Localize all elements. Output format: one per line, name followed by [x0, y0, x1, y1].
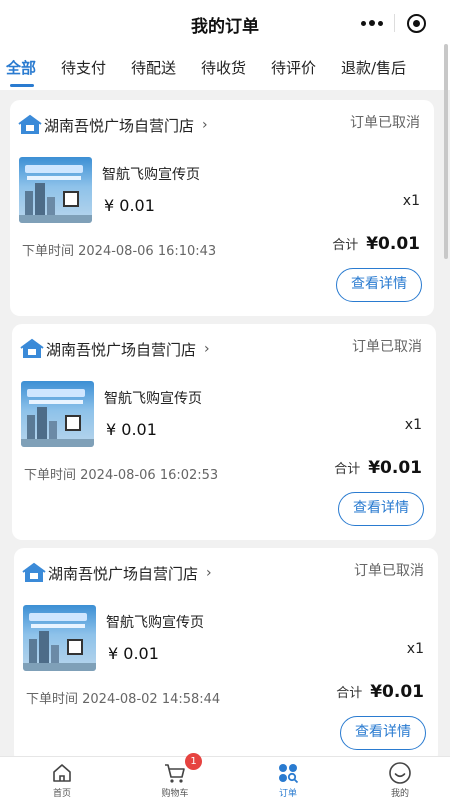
order-time: 下单时间 2024-08-06 16:02:53	[24, 468, 219, 483]
scrollbar[interactable]	[444, 44, 448, 259]
product-name: 智航飞购宣传页	[104, 391, 202, 407]
order-status-tabs: 全部 待支付 待配送 待收货 待评价 退款/售后	[0, 48, 450, 90]
store-icon	[18, 114, 42, 136]
store-name: 湖南吾悦广场自营门店	[48, 564, 199, 583]
product-quantity: x1	[404, 417, 422, 433]
chevron-right-icon: ›	[202, 117, 208, 133]
tab-pending-receipt[interactable]: 待收货	[201, 57, 246, 78]
active-tab-indicator	[10, 84, 34, 87]
order-status: 订单已取消	[350, 115, 420, 131]
total-label: 合计	[332, 238, 359, 253]
store-icon	[20, 338, 44, 360]
tab-refund-aftersale[interactable]: 退款/售后	[341, 57, 406, 78]
store-name: 湖南吾悦广场自营门店	[44, 116, 195, 135]
store-link[interactable]: 湖南吾悦广场自营门店 ›	[18, 114, 208, 136]
store-icon	[22, 562, 46, 584]
order-time: 下单时间 2024-08-02 14:58:44	[26, 692, 221, 707]
order-card: 湖南吾悦广场自营门店 › 订单已取消 智航飞购宣传页 ¥ 0.01 x1 下单时…	[10, 100, 434, 316]
cart-count-badge: 1	[185, 753, 202, 770]
product-name: 智航飞购宣传页	[106, 615, 204, 631]
nav-profile[interactable]: 我的	[360, 757, 440, 800]
total-value: ¥0.01	[366, 234, 420, 254]
chevron-right-icon: ›	[206, 565, 212, 581]
nav-label: 订单	[278, 789, 297, 799]
view-details-button[interactable]: 查看详情	[336, 268, 422, 302]
bottom-nav: 首页 1 购物车 订单 我的	[0, 753, 450, 800]
top-bar: 我的订单	[0, 0, 450, 48]
product-name: 智航飞购宣传页	[102, 167, 200, 183]
product-quantity: x1	[402, 193, 420, 209]
total-label: 合计	[336, 686, 363, 701]
product-price: ¥ 0.01	[108, 644, 159, 663]
orders-icon	[276, 761, 300, 785]
order-total: 合计 ¥0.01	[336, 682, 424, 702]
order-card: 湖南吾悦广场自营门店 › 订单已取消 智航飞购宣传页 ¥ 0.01 x1 下单时…	[14, 548, 438, 764]
order-status: 订单已取消	[352, 339, 422, 355]
nav-label: 首页	[52, 789, 71, 799]
close-target-icon[interactable]	[395, 8, 438, 38]
view-details-button[interactable]: 查看详情	[340, 716, 426, 750]
tab-all[interactable]: 全部	[6, 57, 36, 78]
nav-orders[interactable]: 订单	[248, 757, 328, 800]
order-total: 合计 ¥0.01	[334, 458, 422, 478]
view-details-button[interactable]: 查看详情	[338, 492, 424, 526]
mini-program-capsule	[350, 8, 438, 38]
tab-pending-delivery[interactable]: 待配送	[131, 57, 176, 78]
store-link[interactable]: 湖南吾悦广场自营门店 ›	[22, 562, 212, 584]
order-time: 下单时间 2024-08-06 16:10:43	[22, 244, 217, 259]
total-value: ¥0.01	[368, 458, 422, 478]
total-label: 合计	[334, 462, 361, 477]
product-quantity: x1	[406, 641, 424, 657]
product-thumbnail[interactable]	[19, 157, 92, 223]
nav-label: 购物车	[161, 789, 189, 799]
order-card: 湖南吾悦广场自营门店 › 订单已取消 智航飞购宣传页 ¥ 0.01 x1 下单时…	[12, 324, 436, 540]
order-total: 合计 ¥0.01	[332, 234, 420, 254]
more-menu-icon[interactable]	[350, 8, 394, 38]
store-link[interactable]: 湖南吾悦广场自营门店 ›	[20, 338, 210, 360]
product-thumbnail[interactable]	[21, 381, 94, 447]
product-price: ¥ 0.01	[104, 196, 155, 215]
tab-pending-review[interactable]: 待评价	[271, 57, 316, 78]
store-name: 湖南吾悦广场自营门店	[46, 340, 197, 359]
chevron-right-icon: ›	[204, 341, 210, 357]
nav-home[interactable]: 首页	[22, 757, 102, 800]
tab-pending-payment[interactable]: 待支付	[61, 57, 106, 78]
profile-icon	[388, 761, 412, 785]
home-icon	[50, 761, 74, 785]
order-status: 订单已取消	[354, 563, 424, 579]
product-price: ¥ 0.01	[106, 420, 157, 439]
total-value: ¥0.01	[370, 682, 424, 702]
product-thumbnail[interactable]	[23, 605, 96, 671]
nav-label: 我的	[390, 789, 409, 799]
nav-cart[interactable]: 1 购物车	[135, 753, 215, 800]
cart-icon	[163, 761, 187, 785]
